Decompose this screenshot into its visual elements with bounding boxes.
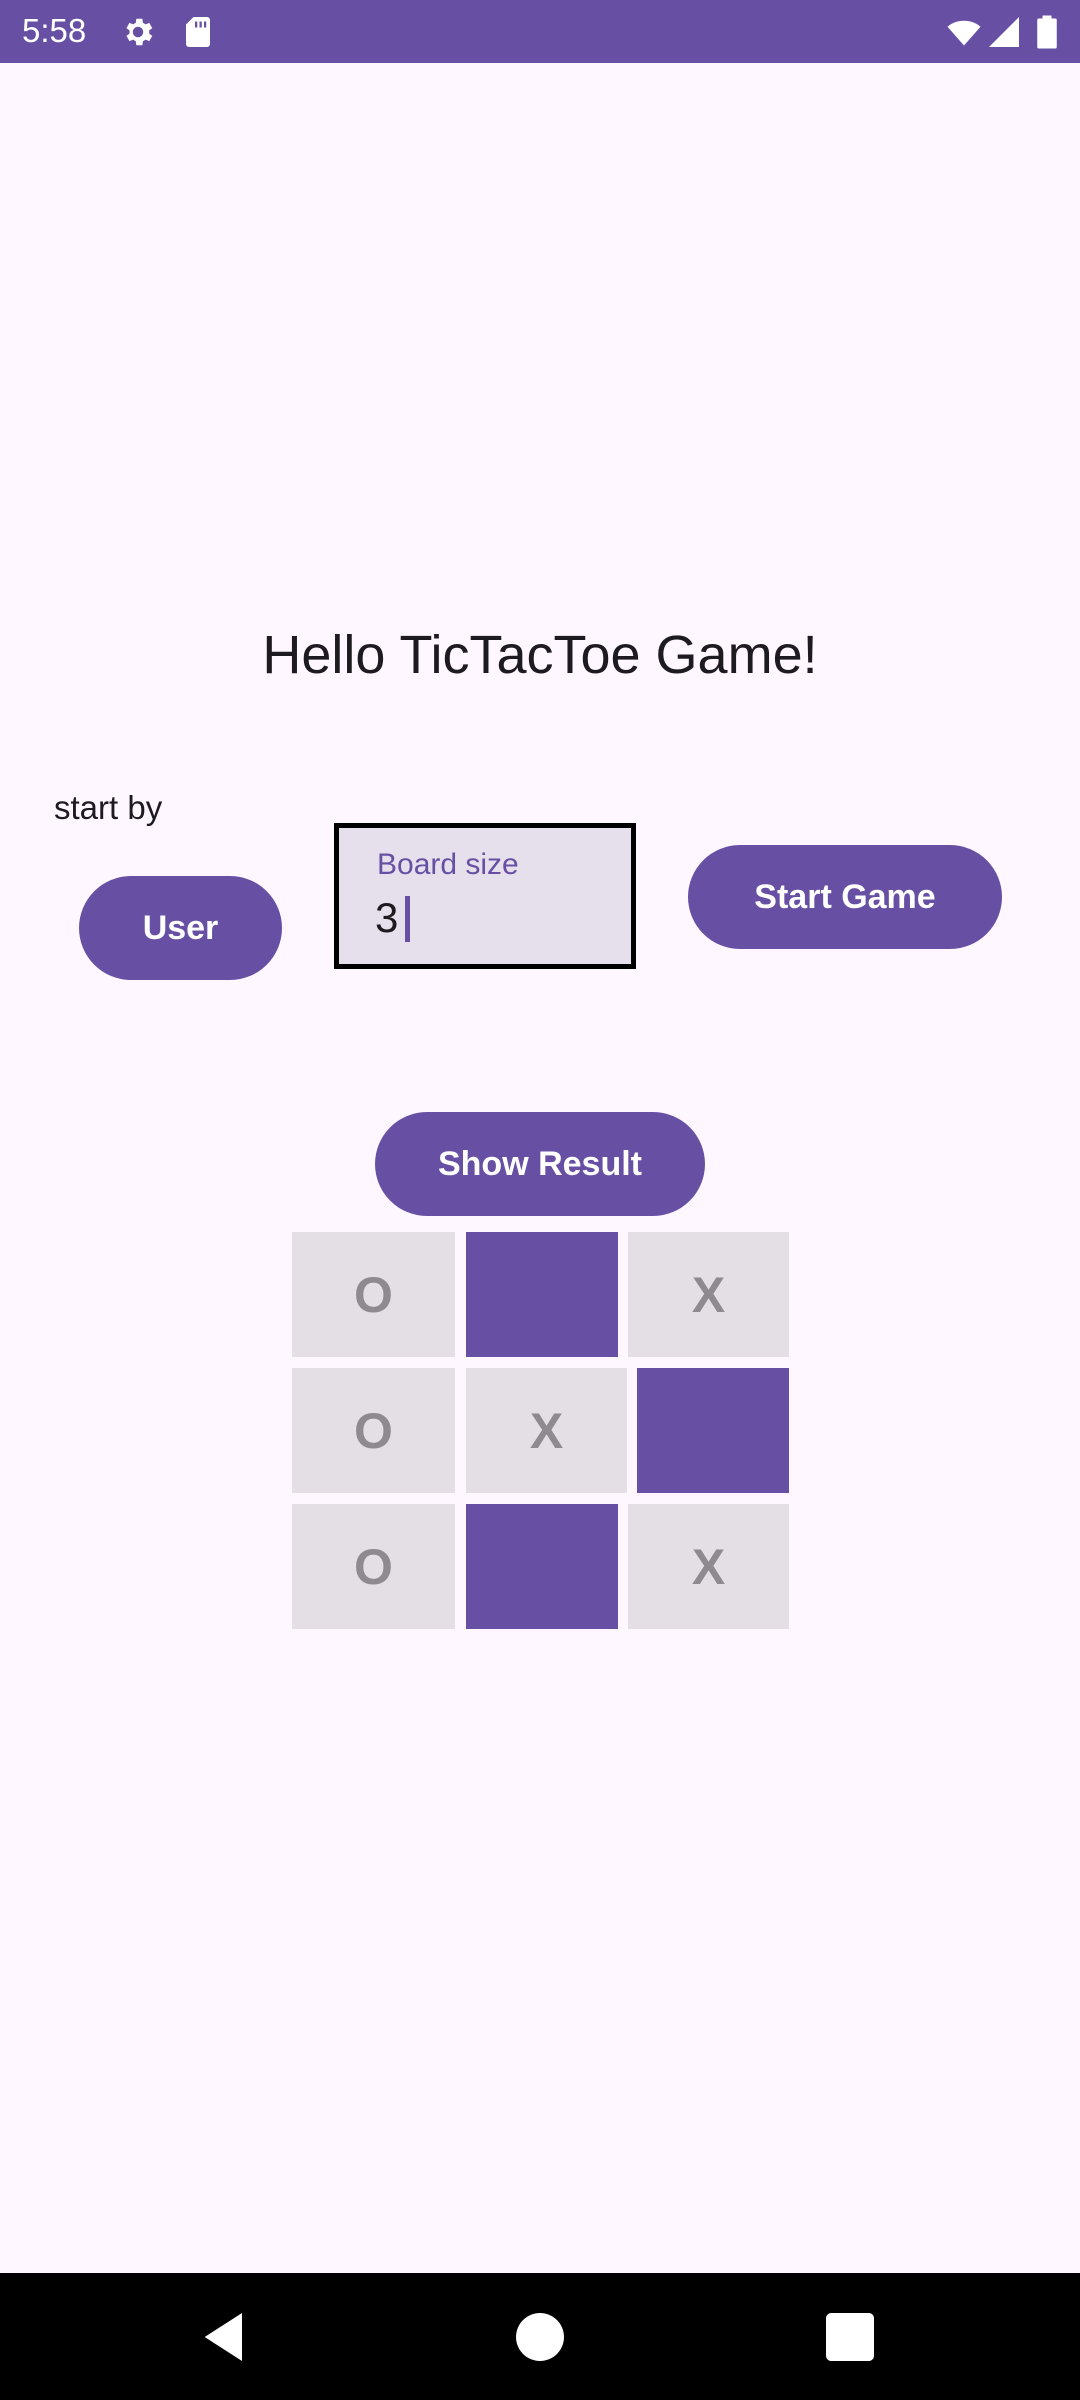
board-size-label: Board size	[377, 848, 519, 881]
back-icon[interactable]	[194, 2305, 258, 2369]
board-cell[interactable]	[637, 1368, 789, 1493]
text-cursor	[405, 896, 410, 942]
wifi-icon	[944, 14, 984, 50]
settings-icon	[120, 14, 156, 50]
status-time: 5:58	[22, 12, 87, 49]
board-cell[interactable]: O	[292, 1368, 455, 1493]
board-cell[interactable]	[466, 1232, 618, 1357]
board-cell[interactable]: X	[628, 1504, 789, 1629]
board-size-field[interactable]: Board size	[334, 823, 636, 969]
start-game-button[interactable]: Start Game	[688, 845, 1002, 949]
status-bar: 5:58	[0, 0, 1080, 63]
home-icon[interactable]	[508, 2305, 572, 2369]
start-by-user-button[interactable]: User	[79, 876, 282, 980]
board-cell[interactable]: O	[292, 1504, 455, 1629]
show-result-button[interactable]: Show Result	[375, 1112, 705, 1216]
recents-icon[interactable]	[818, 2305, 882, 2369]
board-cell[interactable]: X	[466, 1368, 627, 1493]
battery-icon	[1034, 14, 1060, 50]
board-cell[interactable]	[466, 1504, 618, 1629]
board-cell[interactable]: X	[628, 1232, 789, 1357]
sd-card-icon	[180, 14, 216, 50]
navigation-bar	[0, 2273, 1080, 2400]
page-title: Hello TicTacToe Game!	[262, 625, 818, 685]
signal-icon	[986, 14, 1022, 50]
start-by-label: start by	[54, 789, 163, 826]
board-cell[interactable]: O	[292, 1232, 455, 1357]
